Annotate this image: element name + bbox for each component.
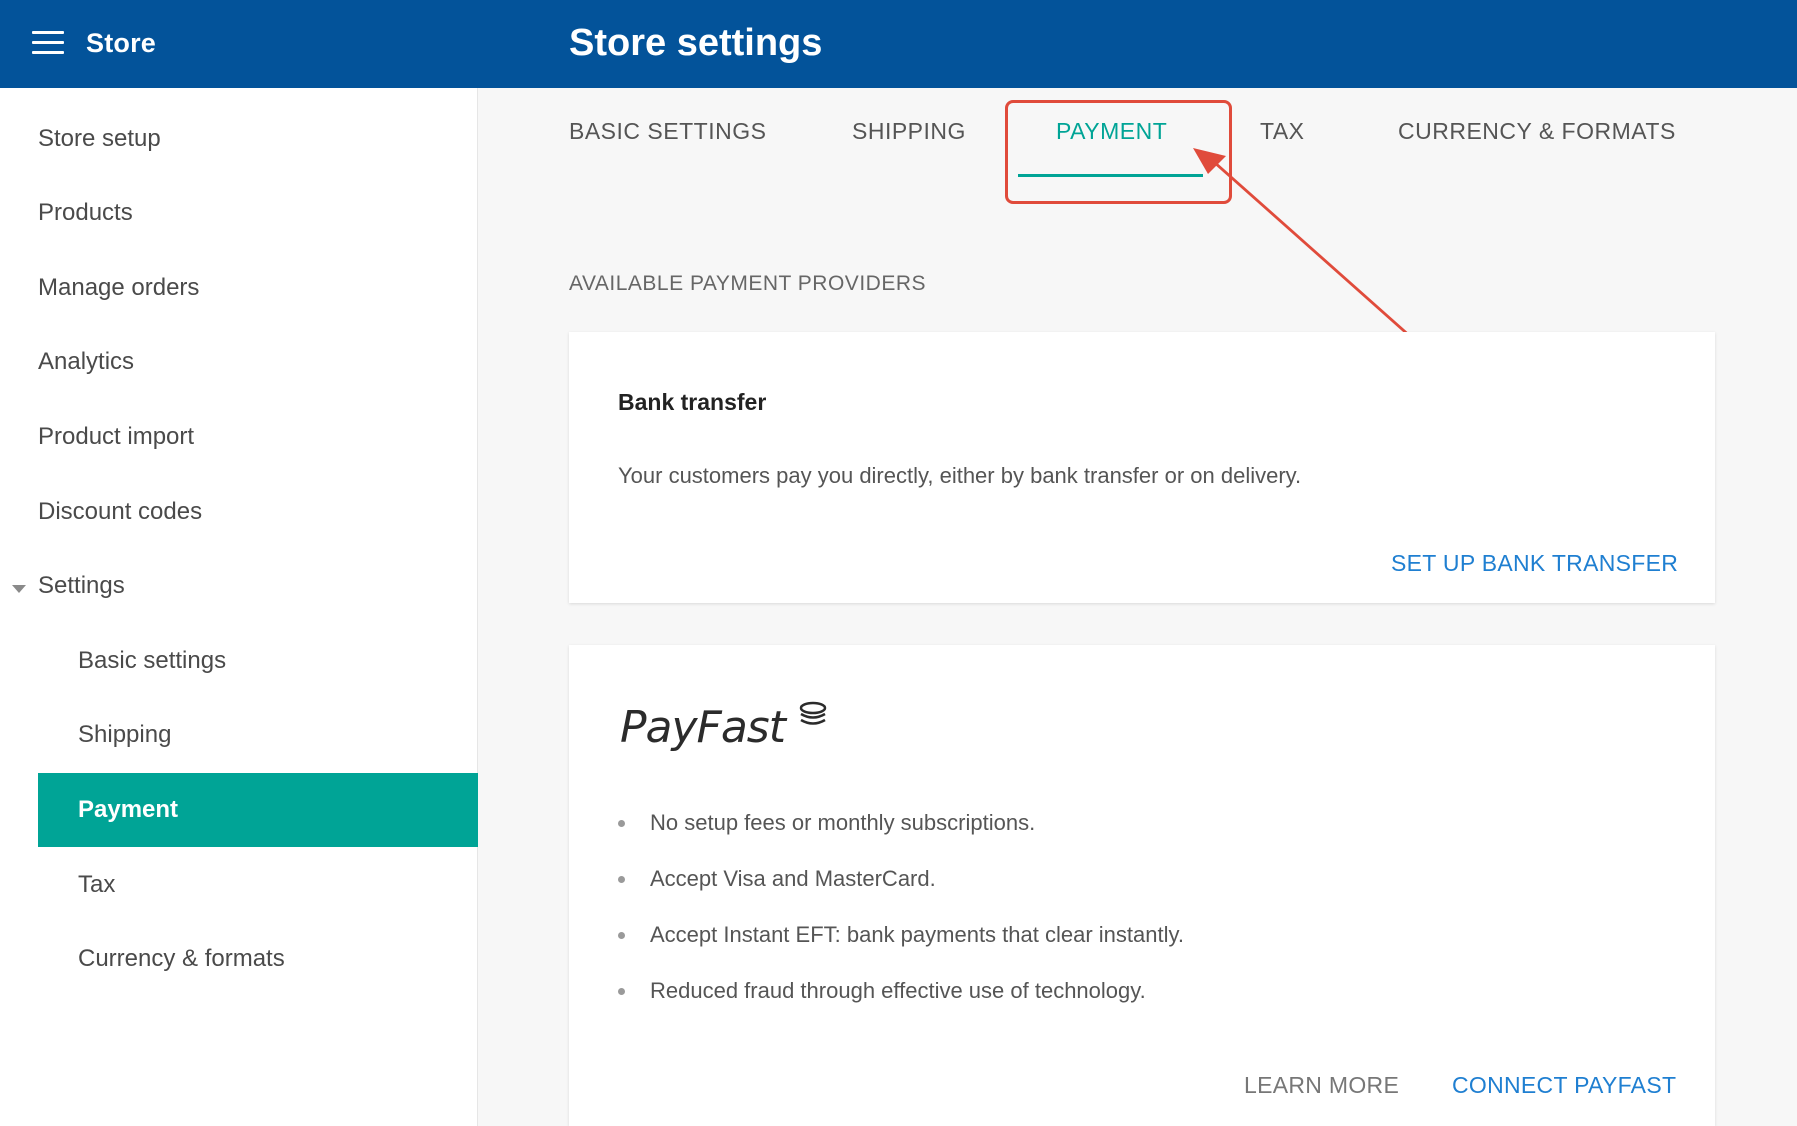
sidebar: Store setup Products Manage orders Analy…: [0, 88, 478, 1126]
sidebar-item-products[interactable]: Products: [38, 176, 133, 250]
sidebar-item-currency-formats[interactable]: Currency & formats: [38, 922, 478, 996]
section-label: AVAILABLE PAYMENT PROVIDERS: [569, 272, 926, 295]
settings-tabs: BASIC SETTINGS SHIPPING PAYMENT TAX CURR…: [478, 88, 1797, 198]
active-tab-indicator: [1018, 174, 1203, 177]
sidebar-item-tax[interactable]: Tax: [38, 848, 478, 922]
bank-transfer-description: Your customers pay you directly, either …: [618, 463, 1302, 488]
payfast-card: PayFast No setup fees or monthly subscri…: [569, 645, 1715, 1126]
svg-text:PayFast: PayFast: [620, 702, 788, 753]
tab-currency-formats[interactable]: CURRENCY & FORMATS: [1398, 118, 1676, 145]
bank-transfer-title: Bank transfer: [618, 389, 767, 415]
sidebar-item-product-import[interactable]: Product import: [38, 400, 194, 474]
sidebar-item-payment[interactable]: Payment: [38, 773, 478, 847]
menu-icon[interactable]: [32, 31, 64, 55]
app-title: Store: [86, 28, 157, 58]
connect-payfast-button[interactable]: CONNECT PAYFAST: [1452, 1072, 1676, 1099]
tab-basic-settings[interactable]: BASIC SETTINGS: [569, 118, 766, 145]
tab-shipping[interactable]: SHIPPING: [852, 118, 966, 145]
list-item: No setup fees or monthly subscriptions.: [618, 795, 1184, 851]
list-item: Reduced fraud through effective use of t…: [618, 963, 1184, 1019]
chevron-down-icon[interactable]: [12, 585, 26, 593]
list-item: Accept Visa and MasterCard.: [618, 851, 1184, 907]
bank-transfer-card: Bank transfer Your customers pay you dir…: [569, 332, 1715, 603]
sidebar-item-basic-settings[interactable]: Basic settings: [38, 624, 478, 698]
top-bar: Store Store settings: [0, 0, 1797, 88]
payfast-logo: PayFast: [620, 701, 827, 753]
sidebar-item-discount-codes[interactable]: Discount codes: [38, 475, 202, 549]
tab-payment[interactable]: PAYMENT: [1056, 118, 1167, 145]
list-item: Accept Instant EFT: bank payments that c…: [618, 907, 1184, 963]
sidebar-item-manage-orders[interactable]: Manage orders: [38, 251, 199, 325]
sidebar-item-analytics[interactable]: Analytics: [38, 325, 134, 399]
tab-tax[interactable]: TAX: [1260, 118, 1305, 145]
page-title: Store settings: [569, 22, 823, 64]
set-up-bank-transfer-button[interactable]: SET UP BANK TRANSFER: [1391, 550, 1678, 577]
learn-more-button[interactable]: LEARN MORE: [1244, 1072, 1399, 1099]
sidebar-item-settings[interactable]: Settings: [38, 549, 125, 623]
sidebar-item-shipping[interactable]: Shipping: [38, 698, 478, 772]
sidebar-item-store-setup[interactable]: Store setup: [38, 102, 161, 176]
payfast-features-list: No setup fees or monthly subscriptions. …: [618, 795, 1184, 1019]
